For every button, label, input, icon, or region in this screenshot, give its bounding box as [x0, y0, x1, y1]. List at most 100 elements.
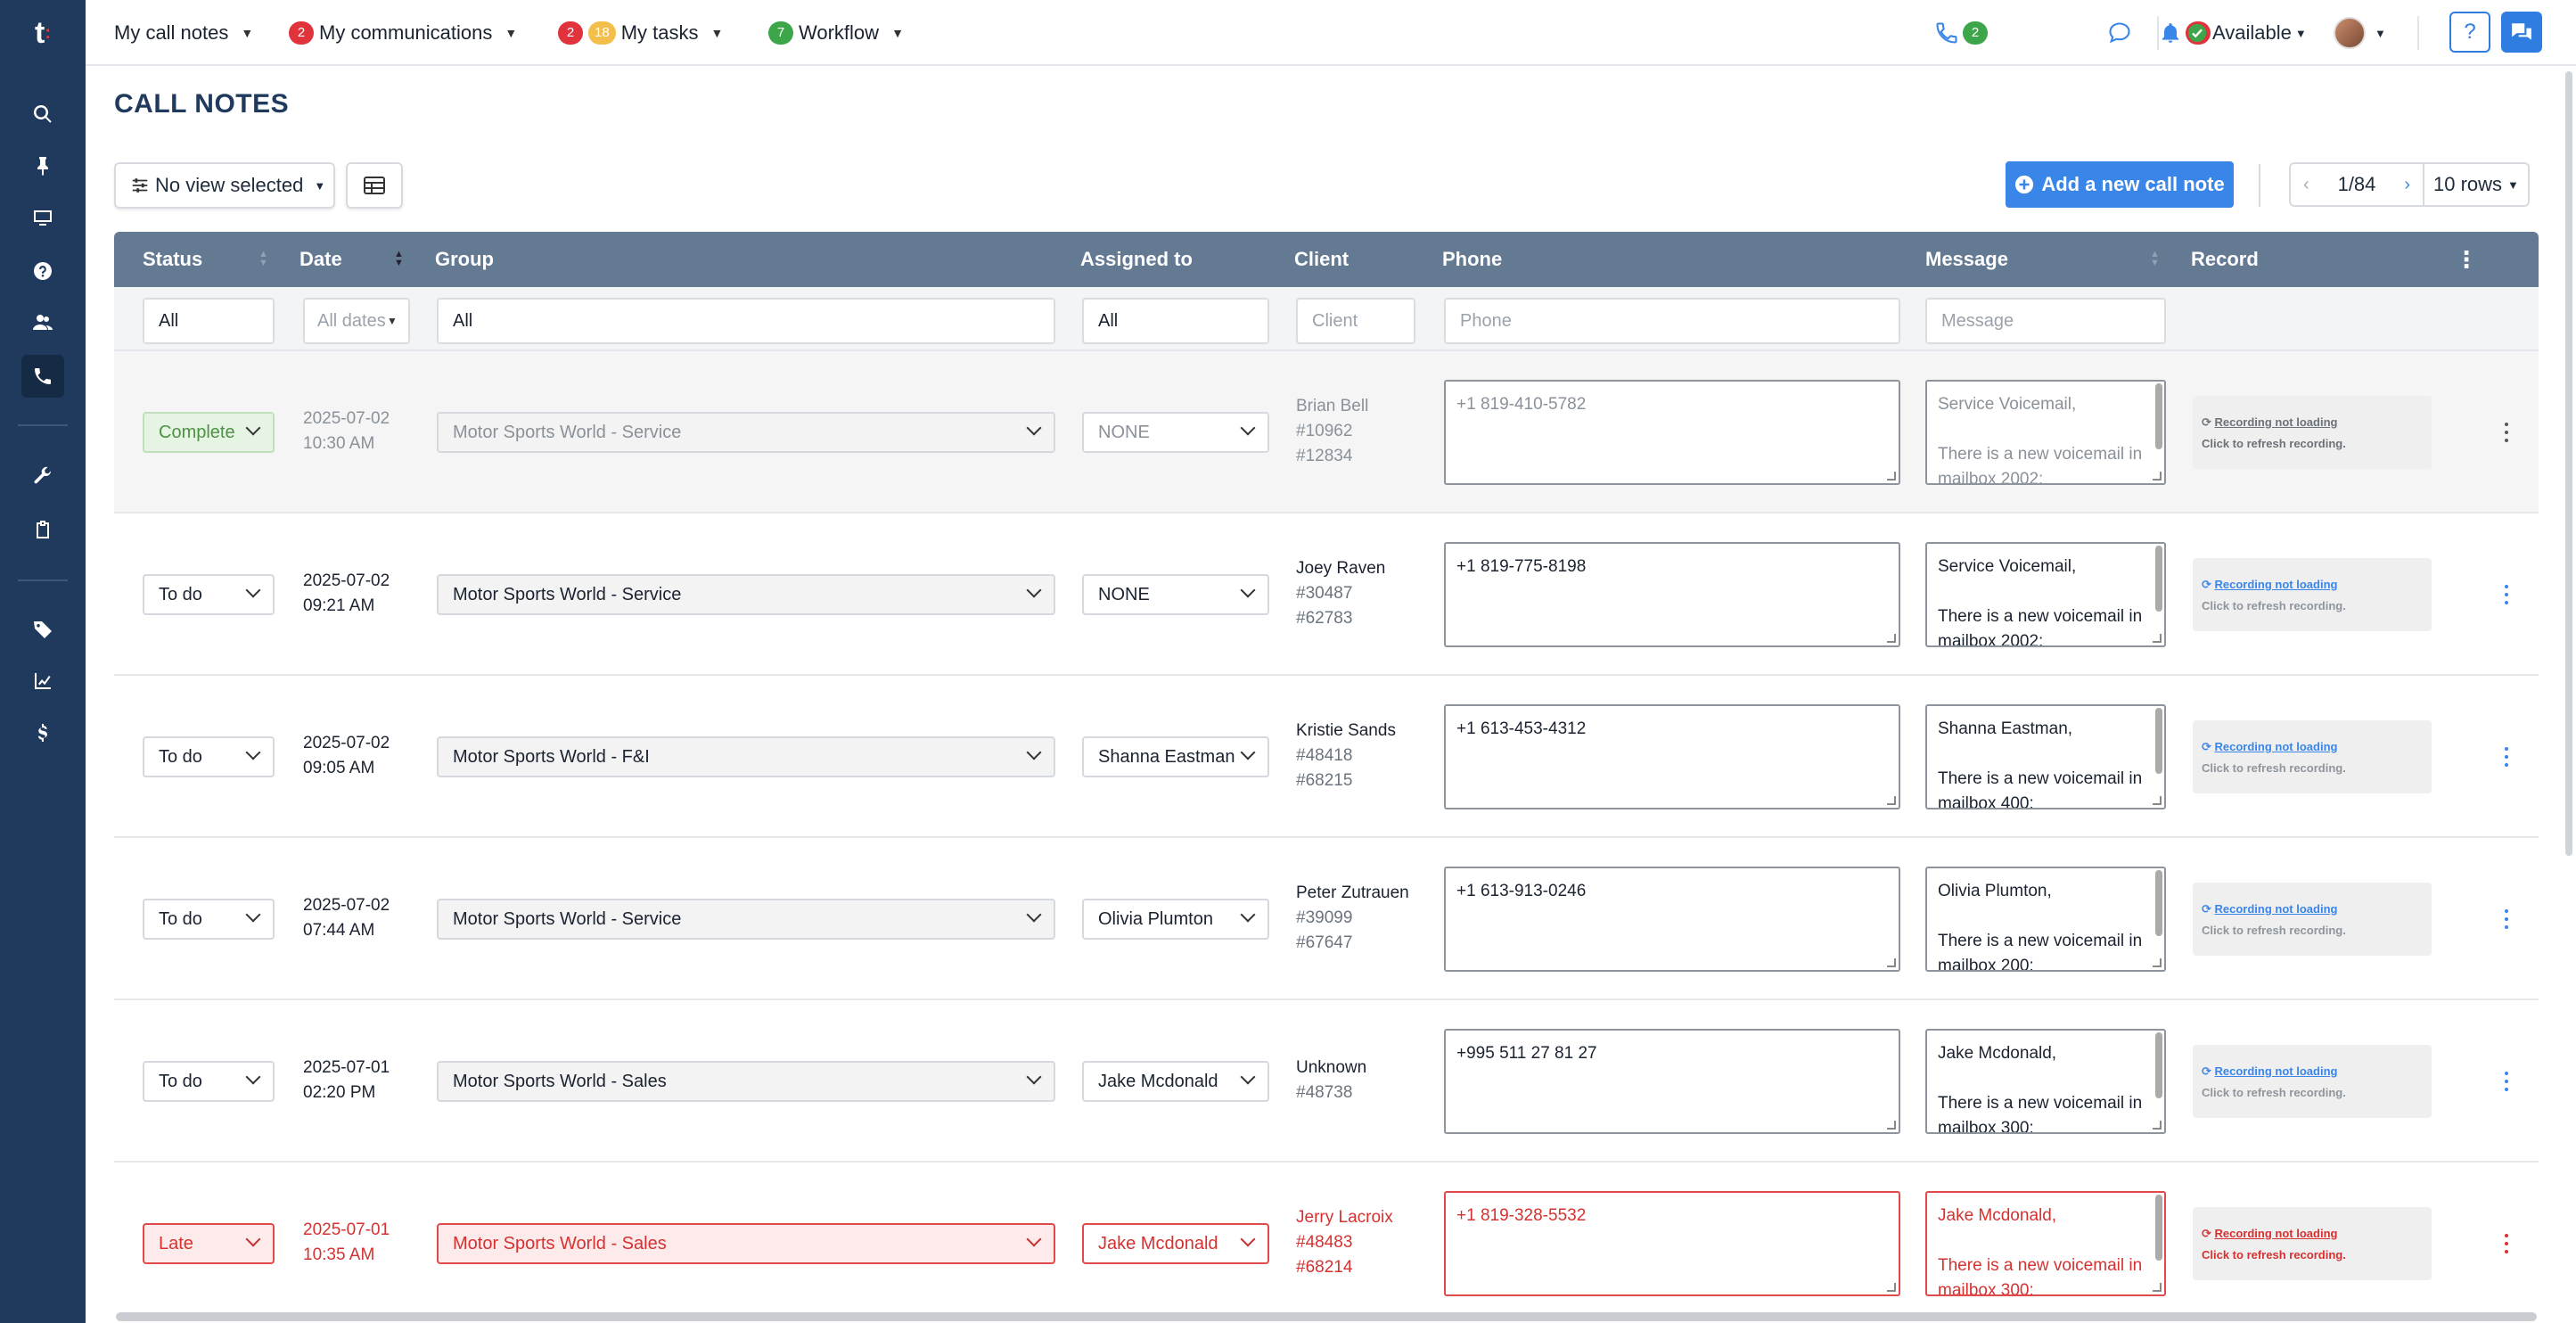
- client-cell[interactable]: Brian Bell #10962 #12834: [1296, 394, 1368, 469]
- users-icon[interactable]: [21, 301, 64, 344]
- sort-icon[interactable]: ▲ ▼: [2150, 250, 2160, 268]
- col-assigned[interactable]: Assigned to: [1080, 232, 1193, 287]
- status-select[interactable]: To do: [143, 736, 275, 777]
- col-record[interactable]: Record: [2191, 232, 2259, 287]
- search-icon[interactable]: [21, 93, 64, 136]
- resize-grip-icon[interactable]: [1887, 634, 1896, 643]
- nav-my-communications[interactable]: 2 My communications ▼: [289, 0, 517, 66]
- status-select[interactable]: To do: [143, 574, 275, 615]
- row-menu-icon[interactable]: [2498, 419, 2515, 446]
- column-menu-icon[interactable]: ⋮: [2455, 232, 2478, 287]
- dollar-icon[interactable]: [21, 711, 64, 754]
- recording-refresh-link[interactable]: Recording not loading: [2215, 1227, 2338, 1240]
- status-select[interactable]: To do: [143, 899, 275, 940]
- phone-field[interactable]: +1 819-775-8198: [1444, 542, 1900, 647]
- resize-grip-icon[interactable]: [2153, 796, 2162, 805]
- row-menu-icon[interactable]: [2498, 906, 2515, 933]
- client-cell[interactable]: Joey Raven #30487 #62783: [1296, 556, 1385, 631]
- nav-my-tasks[interactable]: 2 18 My tasks ▼: [558, 0, 723, 66]
- message-field[interactable]: Jake Mcdonald, There is a new voicemail i…: [1925, 1191, 2166, 1296]
- refresh-icon[interactable]: ⟳: [2202, 740, 2215, 753]
- tag-icon[interactable]: [21, 608, 64, 651]
- chat-button[interactable]: [2107, 0, 2132, 66]
- nav-my-call-notes[interactable]: My call notes ▼: [114, 0, 253, 66]
- sort-icon[interactable]: ▲ ▼: [394, 250, 404, 268]
- client-cell[interactable]: Kristie Sands #48418 #68215: [1296, 719, 1396, 793]
- status-filter[interactable]: All: [143, 298, 275, 344]
- col-status[interactable]: Status: [143, 232, 202, 287]
- message-scrollbar[interactable]: [2155, 546, 2162, 612]
- table-layout-button[interactable]: [346, 162, 403, 209]
- col-group[interactable]: Group: [435, 232, 494, 287]
- rows-per-page-select[interactable]: 10 rows ▼: [2424, 162, 2530, 207]
- nav-workflow[interactable]: 7 Workflow ▼: [768, 0, 904, 66]
- monitor-icon[interactable]: [21, 196, 64, 239]
- client-filter[interactable]: Client: [1296, 298, 1415, 344]
- row-menu-icon[interactable]: [2498, 581, 2515, 608]
- resize-grip-icon[interactable]: [2153, 472, 2162, 481]
- assigned-select[interactable]: Jake Mcdonald: [1082, 1223, 1269, 1264]
- row-menu-icon[interactable]: [2498, 1230, 2515, 1257]
- phone-filter[interactable]: Phone: [1444, 298, 1900, 344]
- resize-grip-icon[interactable]: [1887, 1121, 1896, 1130]
- refresh-icon[interactable]: ⟳: [2202, 1064, 2215, 1078]
- row-menu-icon[interactable]: [2498, 1068, 2515, 1095]
- resize-grip-icon[interactable]: [1887, 472, 1896, 481]
- help-button[interactable]: ?: [2449, 12, 2490, 53]
- refresh-icon[interactable]: ⟳: [2202, 1227, 2215, 1240]
- group-select[interactable]: Motor Sports World - Service: [437, 574, 1055, 615]
- phone-field[interactable]: +1 613-453-4312: [1444, 704, 1900, 809]
- col-phone[interactable]: Phone: [1442, 232, 1502, 287]
- vertical-scrollbar[interactable]: [2565, 71, 2572, 856]
- app-logo[interactable]: t:: [0, 0, 86, 66]
- assigned-select[interactable]: Jake Mcdonald: [1082, 1061, 1269, 1102]
- recording-refresh-link[interactable]: Recording not loading: [2215, 740, 2338, 753]
- phone-field[interactable]: +1 613-913-0246: [1444, 867, 1900, 972]
- group-select[interactable]: Motor Sports World - F&I: [437, 736, 1055, 777]
- pin-icon[interactable]: [21, 144, 64, 187]
- message-field[interactable]: Service Voicemail, There is a new voicema…: [1925, 542, 2166, 647]
- clipboard-icon[interactable]: [21, 508, 64, 551]
- refresh-icon[interactable]: ⟳: [2202, 415, 2215, 429]
- resize-grip-icon[interactable]: [1887, 1283, 1896, 1292]
- assigned-select[interactable]: NONE: [1082, 574, 1269, 615]
- recording-refresh-link[interactable]: Recording not loading: [2215, 902, 2338, 916]
- group-select[interactable]: Motor Sports World - Sales: [437, 1223, 1055, 1264]
- sort-icon[interactable]: ▲ ▼: [258, 250, 268, 268]
- col-message[interactable]: Message: [1925, 232, 2008, 287]
- assigned-select[interactable]: Shanna Eastman: [1082, 736, 1269, 777]
- group-select[interactable]: Motor Sports World - Service: [437, 412, 1055, 453]
- resize-grip-icon[interactable]: [1887, 796, 1896, 805]
- phone-field[interactable]: +1 819-328-5532: [1444, 1191, 1900, 1296]
- resize-grip-icon[interactable]: [2153, 634, 2162, 643]
- message-filter[interactable]: Message: [1925, 298, 2166, 344]
- add-call-note-button[interactable]: Add a new call note: [2006, 161, 2234, 208]
- help-circle-icon[interactable]: [21, 250, 64, 292]
- group-select[interactable]: Motor Sports World - Sales: [437, 1061, 1055, 1102]
- wrench-icon[interactable]: [21, 455, 64, 497]
- recording-refresh-link[interactable]: Recording not loading: [2215, 415, 2338, 429]
- message-scrollbar[interactable]: [2155, 383, 2162, 449]
- recording-refresh-link[interactable]: Recording not loading: [2215, 1064, 2338, 1078]
- assigned-filter[interactable]: All: [1082, 298, 1269, 344]
- col-client[interactable]: Client: [1294, 232, 1349, 287]
- client-cell[interactable]: Jerry Lacroix #48483 #68214: [1296, 1205, 1393, 1280]
- client-cell[interactable]: Unknown #48738: [1296, 1056, 1366, 1105]
- messages-button[interactable]: [2501, 12, 2542, 53]
- message-field[interactable]: Shanna Eastman, There is a new voicemail …: [1925, 704, 2166, 809]
- message-field[interactable]: Olivia Plumton, There is a new voicemail …: [1925, 867, 2166, 972]
- status-select[interactable]: To do: [143, 1061, 275, 1102]
- date-filter[interactable]: All dates ▼: [303, 298, 410, 344]
- chevron-left-icon[interactable]: ‹: [2303, 175, 2309, 195]
- assigned-select[interactable]: Olivia Plumton: [1082, 899, 1269, 940]
- message-scrollbar[interactable]: [2155, 870, 2162, 936]
- client-cell[interactable]: Peter Zutrauen #39099 #67647: [1296, 881, 1409, 956]
- message-field[interactable]: Service Voicemail, There is a new voicema…: [1925, 380, 2166, 485]
- horizontal-scrollbar[interactable]: [116, 1312, 2537, 1321]
- recording-refresh-link[interactable]: Recording not loading: [2215, 578, 2338, 591]
- phone-icon[interactable]: [21, 355, 64, 398]
- availability-dropdown[interactable]: Available ▼: [2187, 0, 2307, 66]
- message-field[interactable]: Jake Mcdonald, There is a new voicemail i…: [1925, 1029, 2166, 1134]
- resize-grip-icon[interactable]: [2153, 1283, 2162, 1292]
- group-select[interactable]: Motor Sports World - Service: [437, 899, 1055, 940]
